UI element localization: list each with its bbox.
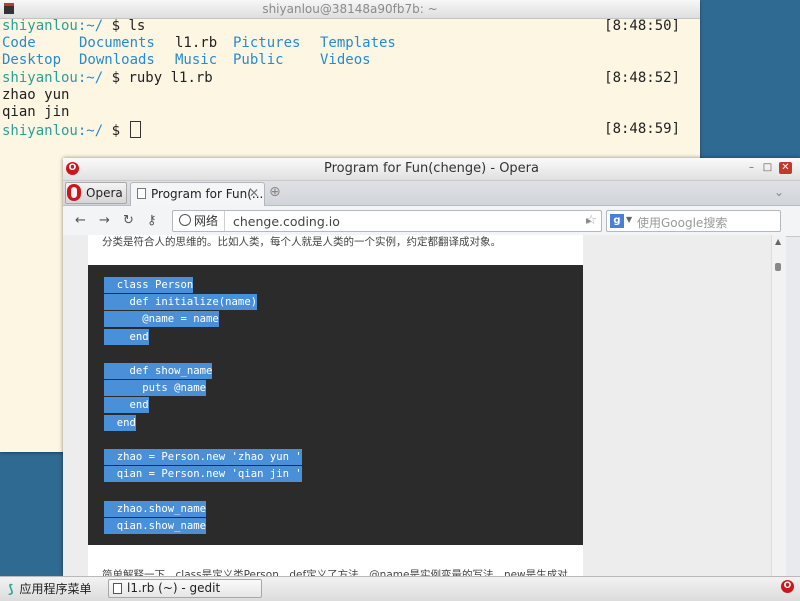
code-line: puts @name [104,380,207,397]
search-placeholder: 使用Google搜索 [637,216,728,230]
code-line: end [104,414,136,431]
url-text: chenge.coding.io [233,214,340,229]
article-content: 分类是符合人的思维的。比如人类，每个人就是人类的一个实例，约定都翻译成对象。 c… [88,235,583,576]
globe-icon [179,214,191,226]
terminal-line: shiyanlou:~/ $ ls [8:48:50] [2,18,680,34]
chevron-down-icon[interactable]: ▼ [626,215,632,224]
window-title: Program for Fun(chenge) - Opera [323,161,539,176]
terminal-line: shiyanlou:~/ $ ruby l1.rb [8:48:52] [2,69,680,86]
code-line: qian.show_name [104,517,207,534]
terminal-line: zhao yun [2,86,70,103]
address-bar[interactable]: 网络 chenge.coding.io ☆ [172,210,602,232]
terminal-output[interactable]: shiyanlou:~/ $ ls [8:48:50] Code Documents… [2,18,700,140]
terminal-line: shiyanlou:~/ $ [8:48:59] [2,121,680,140]
opera-menu-button[interactable]: Opera [65,182,127,204]
address-dropdown-icon[interactable]: ▸ [586,214,592,227]
back-icon[interactable]: ← [75,213,86,228]
timestamp: [8:48:52] [604,69,680,86]
opera-tray-icon[interactable]: O [781,580,794,593]
leaf-logo-icon: ⟆ [8,582,14,596]
taskbar: ⟆ 应用程序菜单 l1.rb (~) - gedit O [0,576,800,601]
vertical-scrollbar[interactable]: ▲ [771,235,786,576]
terminal-line: Desktop Downloads Music Public Videos [2,52,371,69]
applications-menu-button[interactable]: ⟆ 应用程序菜单 [8,580,92,597]
code-line: end [104,328,149,345]
code-block[interactable]: class Person def initialize(name) @name … [88,265,583,545]
terminal-line: qian jin [2,103,70,120]
key-icon[interactable]: ⚷ [147,213,157,228]
terminal-line: Code Documents l1.rb Pictures Templates [2,35,396,52]
page-icon [137,188,146,199]
google-icon: g [610,214,624,228]
code-line: zhao.show_name [104,500,207,517]
document-icon [113,583,122,594]
search-input[interactable]: g ▼ 使用Google搜索 [606,210,781,232]
scroll-up-icon[interactable]: ▲ [775,237,781,246]
paragraph: 分类是符合人的思维的。比如人类，每个人就是人类的一个实例，约定都翻译成对象。 [102,236,501,248]
code-line: end [104,397,149,414]
code-line: qian = Person.new 'qian jin ' [104,466,302,483]
taskbar-item-gedit[interactable]: l1.rb (~) - gedit [108,579,262,598]
terminal-title: shiyanlou@38148a90fb7b: ~ [262,2,438,16]
terminal-titlebar[interactable]: shiyanlou@38148a90fb7b: ~ [0,0,700,19]
tab-menu-chevron-down-icon[interactable]: ⌄ [774,185,784,199]
navigation-toolbar: ← → ↻ ⚷ 网络 chenge.coding.io ☆ ▸ g ▼ 使用Go… [63,206,800,237]
new-tab-icon[interactable]: ⊕ [269,184,281,200]
scroll-thumb[interactable] [775,263,781,271]
code-line: def show_name [104,363,213,379]
network-badge[interactable]: 网络 [173,211,226,231]
code-line: def initialize(name) [104,294,258,311]
forward-icon[interactable]: → [99,213,110,228]
tab-bar: Opera Program for Fun(... ✕ ⊕ ⌄ [63,181,800,206]
timestamp: [8:48:50] [604,18,680,34]
close-icon[interactable]: ✕ [779,162,792,174]
tab-program-for-fun[interactable]: Program for Fun(... ✕ [130,182,265,206]
terminal-cursor [130,121,142,139]
code-line: @name = name [104,311,219,328]
code-line: zhao = Person.new 'zhao yun ' [104,449,302,465]
opera-titlebar[interactable]: O Program for Fun(chenge) - Opera – □ ✕ [63,158,800,181]
maximize-icon[interactable]: □ [761,162,774,174]
tab-close-icon[interactable]: ✕ [249,186,259,200]
opera-logo-icon [67,184,81,201]
timestamp: [8:48:59] [604,121,680,138]
reload-icon[interactable]: ↻ [123,213,134,228]
page-viewport[interactable]: 分类是符合人的思维的。比如人类，每个人就是人类的一个实例，约定都翻译成对象。 c… [63,235,786,576]
code-line: class Person [104,277,194,293]
minimize-icon[interactable]: – [745,162,758,174]
paragraph: 简单解释一下，class是定义类Person，def定义了方法，@name是实例… [102,569,568,576]
opera-window[interactable]: O Program for Fun(chenge) - Opera – □ ✕ … [63,158,800,576]
